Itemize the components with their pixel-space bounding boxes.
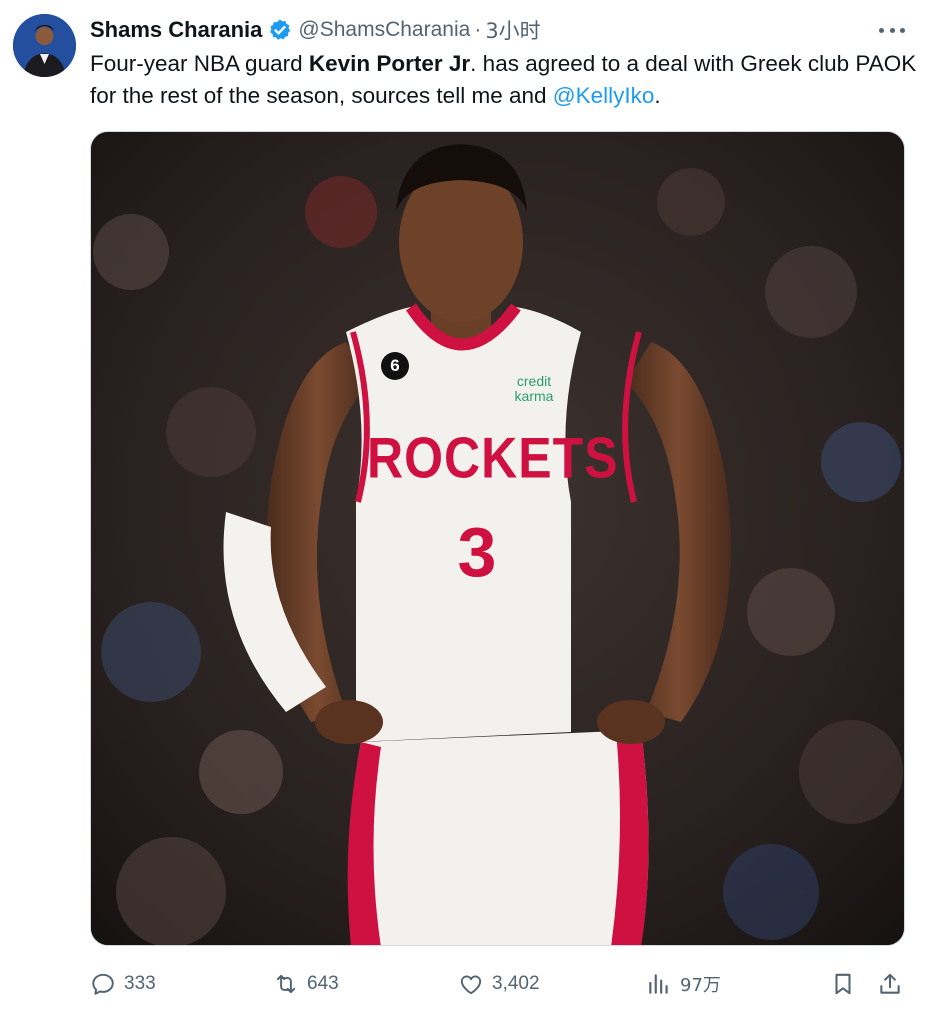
like-count: 3,402 — [492, 973, 540, 994]
action-bar: 333 643 3,402 97万 — [90, 964, 911, 1004]
separator-dot: · — [474, 18, 482, 41]
heart-icon — [460, 975, 482, 995]
retweet-icon — [276, 974, 296, 994]
verified-badge-icon — [268, 18, 292, 42]
share-button[interactable] — [877, 964, 903, 1004]
jersey-patch: 6 — [381, 352, 409, 380]
author-avatar[interactable] — [13, 14, 76, 77]
retweet-button[interactable]: 643 — [273, 964, 339, 1004]
like-button[interactable]: 3,402 — [458, 964, 540, 1004]
more-icon[interactable] — [879, 18, 905, 42]
author-handle[interactable]: @ShamsCharania — [298, 18, 470, 42]
mention-link[interactable]: @KellyIko — [553, 83, 655, 108]
view-count: 97万 — [680, 975, 721, 996]
tweet-text-part-3: . — [654, 83, 661, 108]
author-name[interactable]: Shams Charania — [90, 17, 262, 43]
jersey-team-name: ROCKETS — [367, 425, 619, 491]
share-icon — [880, 973, 900, 994]
reply-icon — [92, 973, 114, 995]
retweet-count: 643 — [307, 973, 339, 994]
tweet-text: Four-year NBA guard Kevin Porter Jr. has… — [90, 48, 920, 112]
jersey-sponsor: credit karma — [514, 373, 554, 404]
avatar-image — [13, 14, 76, 77]
tweet-text-bold: Kevin Porter Jr — [308, 51, 471, 76]
bookmark-icon — [835, 973, 851, 995]
tweet-header: Shams Charania @ShamsCharania · 3小时 — [90, 14, 873, 46]
views-button[interactable]: 97万 — [646, 964, 721, 1004]
reply-button[interactable]: 333 — [90, 964, 156, 1004]
views-icon — [649, 974, 668, 994]
reply-count: 333 — [124, 973, 156, 994]
tweet-media[interactable]: 6 credit karma ROCKETS 3 — [90, 131, 905, 946]
tweet-text-part-1: Four-year NBA guard — [90, 51, 309, 76]
bookmark-button[interactable] — [830, 964, 856, 1004]
jersey-number: 3 — [457, 513, 497, 591]
tweet-timestamp[interactable]: 3小时 — [485, 15, 540, 45]
